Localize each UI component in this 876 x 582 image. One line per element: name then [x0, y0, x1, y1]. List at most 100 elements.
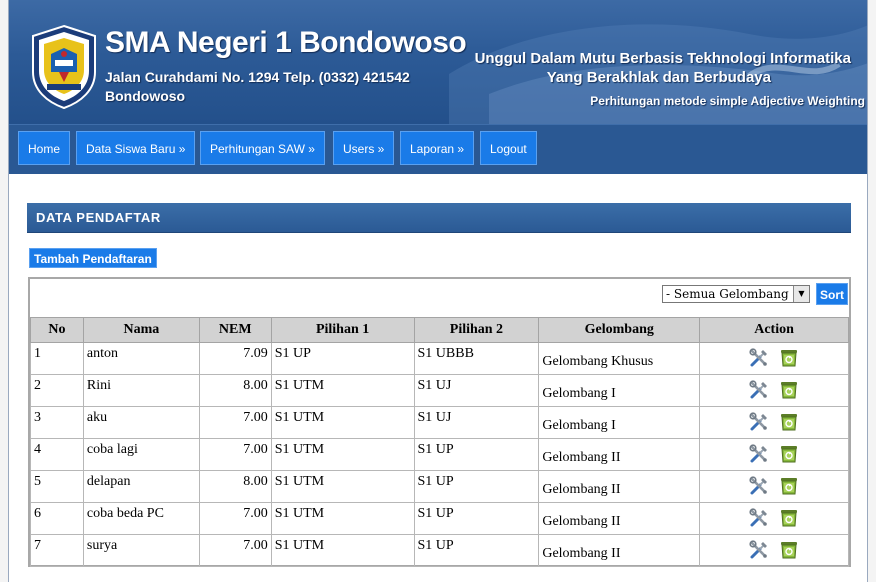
cell-no: 5: [30, 470, 84, 503]
cell-nem: 7.00: [198, 502, 272, 535]
delete-recycle-bin-icon[interactable]: [779, 380, 799, 405]
cell-gelombang: Gelombang I: [538, 406, 701, 439]
cell-gelombang: Gelombang I: [538, 374, 701, 407]
cell-no: 3: [30, 406, 84, 439]
nav-logout[interactable]: Logout: [480, 131, 537, 165]
delete-recycle-bin-icon[interactable]: [779, 348, 799, 373]
table-row: 1 anton 7.09 S1 UP S1 UBBB Gelombang Khu…: [30, 342, 849, 375]
registrant-panel: - Semua Gelombang - ▼ Sort No Nama NEM P…: [28, 277, 851, 567]
cell-pilihan-1: S1 UTM: [270, 470, 415, 503]
cell-nama: surya: [82, 534, 200, 567]
cell-pilihan-2: S1 UP: [413, 438, 540, 471]
main-content: DATA PENDAFTAR Tambah Pendaftaran - Semu…: [9, 174, 867, 582]
school-logo: [32, 24, 96, 110]
cell-gelombang: Gelombang Khusus: [538, 342, 701, 375]
delete-recycle-bin-icon[interactable]: [779, 540, 799, 565]
cell-nama: Rini: [82, 374, 200, 407]
delete-recycle-bin-icon[interactable]: [779, 476, 799, 501]
cell-nama: anton: [82, 342, 200, 375]
cell-pilihan-2: S1 UBBB: [413, 342, 540, 375]
cell-nama: coba beda PC: [82, 502, 200, 535]
school-name: SMA Negeri 1 Bondowoso: [105, 26, 467, 59]
cell-no: 7: [30, 534, 84, 567]
edit-wrench-screwdriver-icon[interactable]: [749, 411, 769, 437]
cell-gelombang: Gelombang II: [538, 534, 701, 567]
edit-wrench-screwdriver-icon[interactable]: [749, 347, 769, 373]
edit-wrench-screwdriver-icon[interactable]: [749, 475, 769, 501]
cell-nem: 7.00: [198, 406, 272, 439]
col-header-nem: NEM: [198, 317, 272, 343]
nav-perhitungan-saw[interactable]: Perhitungan SAW »: [200, 131, 325, 165]
cell-action: [699, 502, 849, 535]
cell-action: [699, 534, 849, 567]
registrant-table: No Nama NEM Pilihan 1 Pilihan 2 Gelomban…: [30, 317, 849, 567]
filter-selected-value: - Semua Gelombang -: [666, 287, 797, 301]
cell-nama: coba lagi: [82, 438, 200, 471]
table-row: 2 Rini 8.00 S1 UTM S1 UJ Gelombang I: [30, 374, 849, 407]
site-header: SMA Negeri 1 Bondowoso Jalan Curahdami N…: [9, 0, 867, 124]
col-header-no: No: [30, 317, 84, 343]
delete-recycle-bin-icon[interactable]: [779, 444, 799, 469]
cell-no: 6: [30, 502, 84, 535]
col-header-action: Action: [699, 317, 849, 343]
cell-pilihan-1: S1 UP: [270, 342, 415, 375]
table-row: 3 aku 7.00 S1 UTM S1 UJ Gelombang I: [30, 406, 849, 439]
nav-home[interactable]: Home: [18, 131, 71, 165]
edit-wrench-screwdriver-icon[interactable]: [749, 379, 769, 405]
tagline-line-2: Yang Berakhlak dan Berbudaya: [546, 69, 771, 86]
col-header-gelombang: Gelombang: [538, 317, 701, 343]
cell-pilihan-1: S1 UTM: [270, 406, 415, 439]
cell-nem: 7.00: [198, 438, 272, 471]
cell-action: [699, 470, 849, 503]
page-frame: SMA Negeri 1 Bondowoso Jalan Curahdami N…: [8, 0, 868, 582]
nav-users[interactable]: Users »: [333, 131, 395, 165]
tagline-method: Perhitungan metode simple Adjective Weig…: [590, 94, 865, 108]
chevron-down-icon[interactable]: ▼: [793, 286, 809, 302]
cell-action: [699, 374, 849, 407]
cell-nem: 7.09: [198, 342, 272, 375]
cell-pilihan-1: S1 UTM: [270, 534, 415, 567]
cell-no: 4: [30, 438, 84, 471]
edit-wrench-screwdriver-icon[interactable]: [749, 507, 769, 533]
sort-button[interactable]: Sort: [816, 283, 848, 305]
col-header-nama: Nama: [82, 317, 200, 343]
table-header-row: No Nama NEM Pilihan 1 Pilihan 2 Gelomban…: [30, 317, 849, 343]
tambah-pendaftaran-button[interactable]: Tambah Pendaftaran: [29, 248, 157, 268]
gelombang-filter-select[interactable]: - Semua Gelombang - ▼: [662, 285, 810, 303]
cell-gelombang: Gelombang II: [538, 502, 701, 535]
nav-laporan[interactable]: Laporan »: [400, 131, 475, 165]
table-row: 7 surya 7.00 S1 UTM S1 UP Gelombang II: [30, 534, 849, 567]
table-row: 6 coba beda PC 7.00 S1 UTM S1 UP Gelomba…: [30, 502, 849, 535]
cell-action: [699, 406, 849, 439]
main-navbar: Home Data Siswa Baru » Perhitungan SAW »…: [9, 124, 867, 174]
cell-pilihan-1: S1 UTM: [270, 374, 415, 407]
cell-no: 2: [30, 374, 84, 407]
cell-action: [699, 438, 849, 471]
cell-pilihan-1: S1 UTM: [270, 438, 415, 471]
table-row: 5 delapan 8.00 S1 UTM S1 UP Gelombang II: [30, 470, 849, 503]
cell-pilihan-2: S1 UJ: [413, 374, 540, 407]
delete-recycle-bin-icon[interactable]: [779, 412, 799, 437]
col-header-pilihan-1: Pilihan 1: [270, 317, 415, 343]
cell-pilihan-2: S1 UJ: [413, 406, 540, 439]
cell-no: 1: [30, 342, 84, 375]
col-header-pilihan-2: Pilihan 2: [413, 317, 540, 343]
nav-data-siswa-baru[interactable]: Data Siswa Baru »: [76, 131, 196, 165]
cell-nem: 8.00: [198, 470, 272, 503]
cell-pilihan-2: S1 UP: [413, 470, 540, 503]
edit-wrench-screwdriver-icon[interactable]: [749, 539, 769, 565]
school-address: Jalan Curahdami No. 1294 Telp. (0332) 42…: [105, 69, 410, 104]
cell-pilihan-2: S1 UP: [413, 502, 540, 535]
tagline-line-1: Unggul Dalam Mutu Berbasis Tekhnologi In…: [474, 50, 851, 67]
cell-gelombang: Gelombang II: [538, 470, 701, 503]
cell-nem: 8.00: [198, 374, 272, 407]
cell-nama: delapan: [82, 470, 200, 503]
cell-gelombang: Gelombang II: [538, 438, 701, 471]
table-row: 4 coba lagi 7.00 S1 UTM S1 UP Gelombang …: [30, 438, 849, 471]
cell-action: [699, 342, 849, 375]
cell-nama: aku: [82, 406, 200, 439]
cell-pilihan-1: S1 UTM: [270, 502, 415, 535]
edit-wrench-screwdriver-icon[interactable]: [749, 443, 769, 469]
cell-nem: 7.00: [198, 534, 272, 567]
delete-recycle-bin-icon[interactable]: [779, 508, 799, 533]
